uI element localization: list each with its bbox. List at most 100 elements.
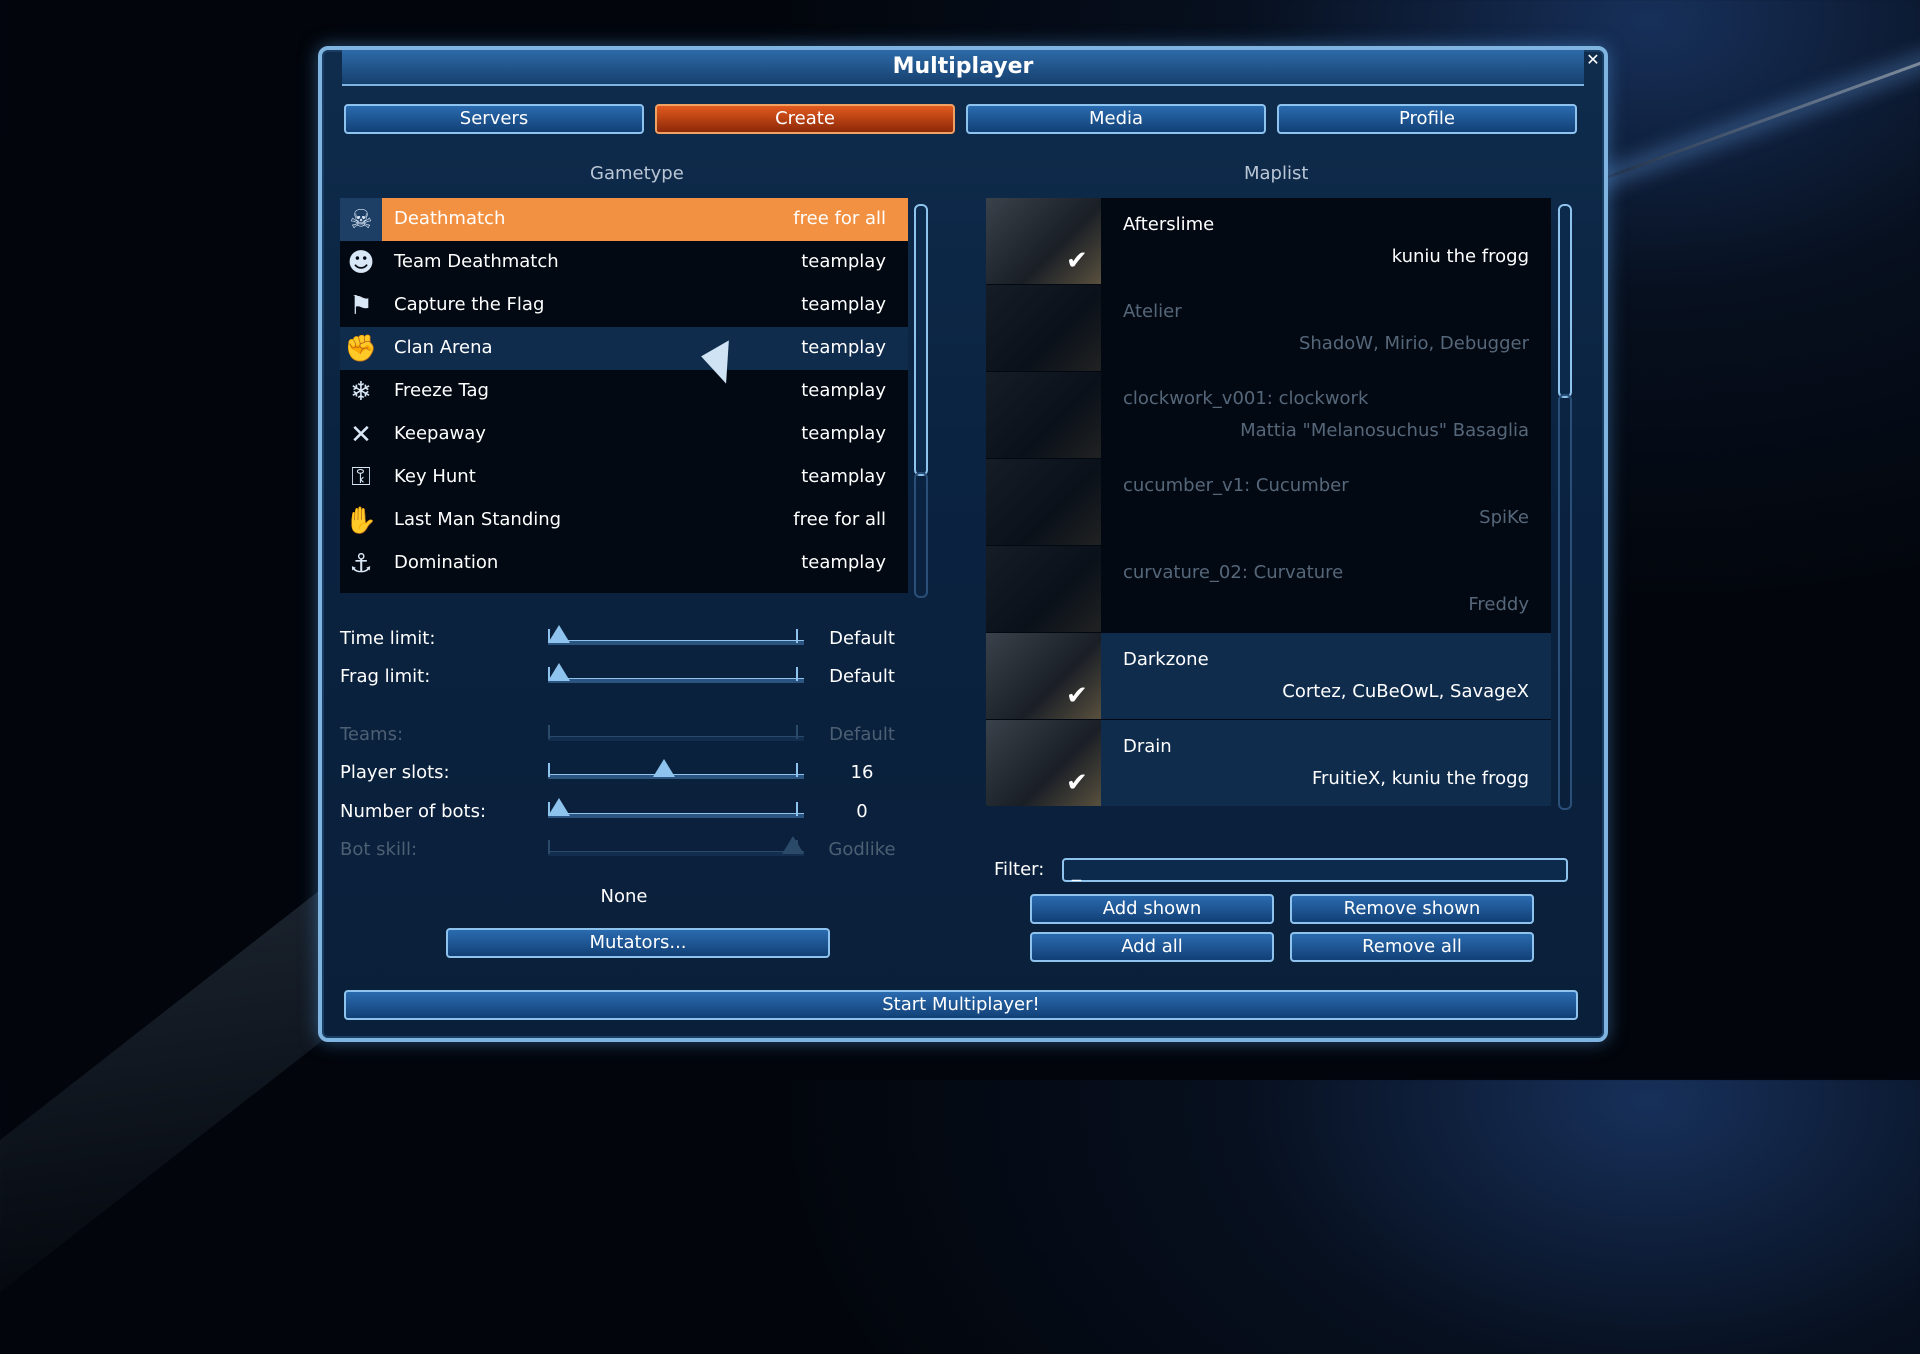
checkmark-icon: ✔ xyxy=(1066,768,1088,798)
last-man-standing-icon: ✋ xyxy=(344,505,378,536)
gametype-item[interactable]: ⚿ Key Hunt teamplay xyxy=(340,456,908,499)
gametype-name: Capture the Flag xyxy=(394,294,545,315)
time-limit-slider[interactable] xyxy=(548,625,804,645)
mutators-summary: None xyxy=(600,886,648,907)
gametype-type: teamplay xyxy=(801,466,886,487)
gametype-item[interactable]: ⚓ Domination teamplay xyxy=(340,542,908,585)
bots-slider[interactable] xyxy=(548,798,804,818)
freeze-tag-icon: ❄ xyxy=(350,376,372,407)
gametype-type: teamplay xyxy=(801,337,886,358)
map-thumbnail xyxy=(986,546,1101,632)
maplist-scrollbar[interactable] xyxy=(1558,204,1572,398)
gametype-type: teamplay xyxy=(801,294,886,315)
tab-profile[interactable]: Profile xyxy=(1277,104,1577,134)
filter-label: Filter: xyxy=(994,859,1045,880)
remove-all-button[interactable]: Remove all xyxy=(1290,932,1534,962)
teams-label: Teams: xyxy=(340,724,404,745)
slider-knob[interactable] xyxy=(653,759,676,777)
gametype-name: Deathmatch xyxy=(394,208,506,229)
bots-label: Number of bots: xyxy=(340,801,487,822)
gametype-name: Last Man Standing xyxy=(394,509,562,530)
map-list[interactable]: ✔ Afterslime kuniu the frogg Atelier ShadoW,… xyxy=(986,198,1551,806)
keepaway-icon: ✕ xyxy=(350,419,372,450)
map-name: Atelier xyxy=(1123,301,1182,322)
key-icon: ⚿ xyxy=(351,462,371,492)
teams-value: Default xyxy=(829,724,895,745)
map-author: Cortez, CuBeOwL, SavageX xyxy=(1282,681,1529,702)
map-author: Freddy xyxy=(1468,594,1529,615)
player-slots-label: Player slots: xyxy=(340,762,450,783)
bot-skill-value: Godlike xyxy=(828,839,896,860)
map-list-item[interactable]: ✔ Afterslime kuniu the frogg xyxy=(986,198,1551,284)
gametype-name: Team Deathmatch xyxy=(394,251,559,272)
player-slots-slider[interactable] xyxy=(548,759,804,779)
gametype-item[interactable]: ✊ Clan Arena teamplay xyxy=(340,327,908,370)
time-limit-label: Time limit: xyxy=(340,628,436,649)
map-name: Afterslime xyxy=(1123,214,1215,235)
maplist-scroll-track[interactable] xyxy=(1558,394,1572,810)
map-name: Drain xyxy=(1123,736,1172,757)
map-author: kuniu the frogg xyxy=(1391,246,1529,267)
frag-limit-slider[interactable] xyxy=(548,663,804,683)
gametype-item[interactable]: ✕ Keepaway teamplay xyxy=(340,413,908,456)
remove-shown-button[interactable]: Remove shown xyxy=(1290,894,1534,924)
teams-slider xyxy=(548,725,804,741)
team-deathmatch-icon: ☻ xyxy=(347,247,375,278)
map-list-item[interactable]: Atelier ShadoW, Mirio, Debugger xyxy=(986,285,1551,371)
map-author: SpiKe xyxy=(1479,507,1529,528)
gametype-item[interactable]: ❄ Freeze Tag teamplay xyxy=(340,370,908,413)
gametype-scroll-track[interactable] xyxy=(914,472,928,598)
maplist-heading: Maplist xyxy=(1244,163,1309,184)
map-author: FruitieX, kuniu the frogg xyxy=(1311,768,1529,789)
map-author: ShadoW, Mirio, Debugger xyxy=(1298,333,1529,354)
bot-skill-label: Bot skill: xyxy=(340,839,418,860)
domination-icon: ⚓ xyxy=(349,548,373,579)
map-list-item[interactable]: clockwork_v001: clockwork Mattia "Melanos… xyxy=(986,372,1551,458)
map-name: cucumber_v1: Cucumber xyxy=(1123,475,1349,496)
gametype-item[interactable]: ☠ Deathmatch free for all xyxy=(340,198,908,241)
close-icon[interactable]: ✕ xyxy=(1582,50,1604,72)
map-list-item[interactable]: ✔ Darkzone Cortez, CuBeOwL, SavageX xyxy=(986,633,1551,719)
add-shown-button[interactable]: Add shown xyxy=(1030,894,1274,924)
bot-skill-slider xyxy=(548,836,804,856)
time-limit-value: Default xyxy=(829,628,895,649)
slider-knob[interactable] xyxy=(548,798,570,816)
mutators-button[interactable]: Mutators... xyxy=(446,928,830,958)
start-multiplayer-button[interactable]: Start Multiplayer! xyxy=(344,990,1578,1020)
slider-knob[interactable] xyxy=(548,625,570,643)
add-all-button[interactable]: Add all xyxy=(1030,932,1274,962)
map-thumbnail xyxy=(986,372,1101,458)
map-name: clockwork_v001: clockwork xyxy=(1123,388,1369,409)
map-thumbnail xyxy=(986,285,1101,371)
gametype-name: Keepaway xyxy=(394,423,486,444)
map-list-item[interactable]: curvature_02: Curvature Freddy xyxy=(986,546,1551,632)
slider-knob xyxy=(782,836,804,854)
tab-media[interactable]: Media xyxy=(966,104,1266,134)
gametype-type: teamplay xyxy=(801,251,886,272)
gametype-type: teamplay xyxy=(801,423,886,444)
map-thumbnail xyxy=(986,459,1101,545)
gametype-item[interactable]: ⚑ Capture the Flag teamplay xyxy=(340,284,908,327)
map-author: Mattia "Melanosuchus" Basaglia xyxy=(1240,420,1529,441)
map-list-item[interactable]: ✔ Drain FruitieX, kuniu the frogg xyxy=(986,720,1551,806)
slider-knob[interactable] xyxy=(548,663,570,681)
frag-limit-value: Default xyxy=(829,666,895,687)
clan-arena-icon: ✊ xyxy=(344,333,378,364)
gametype-type: free for all xyxy=(793,208,886,229)
gametype-heading: Gametype xyxy=(590,163,684,184)
bots-value: 0 xyxy=(856,801,868,822)
map-list-item[interactable]: cucumber_v1: Cucumber SpiKe xyxy=(986,459,1551,545)
tab-create[interactable]: Create xyxy=(655,104,955,134)
gametype-name: Clan Arena xyxy=(394,337,493,358)
gametype-name: Freeze Tag xyxy=(394,380,489,401)
gametype-item[interactable]: ✋ Last Man Standing free for all xyxy=(340,499,908,542)
gametype-list[interactable]: ☠ Deathmatch free for all ☻ Team Deathmatch t… xyxy=(340,198,908,593)
gametype-item[interactable]: ☻ Team Deathmatch teamplay xyxy=(340,241,908,284)
gametype-scrollbar[interactable] xyxy=(914,204,928,476)
frag-limit-label: Frag limit: xyxy=(340,666,431,687)
filter-input[interactable]: _ xyxy=(1062,858,1568,882)
tab-servers[interactable]: Servers xyxy=(344,104,644,134)
gametype-type: teamplay xyxy=(801,552,886,573)
deathmatch-icon: ☠ xyxy=(340,198,382,241)
flag-icon: ⚑ xyxy=(349,290,373,321)
